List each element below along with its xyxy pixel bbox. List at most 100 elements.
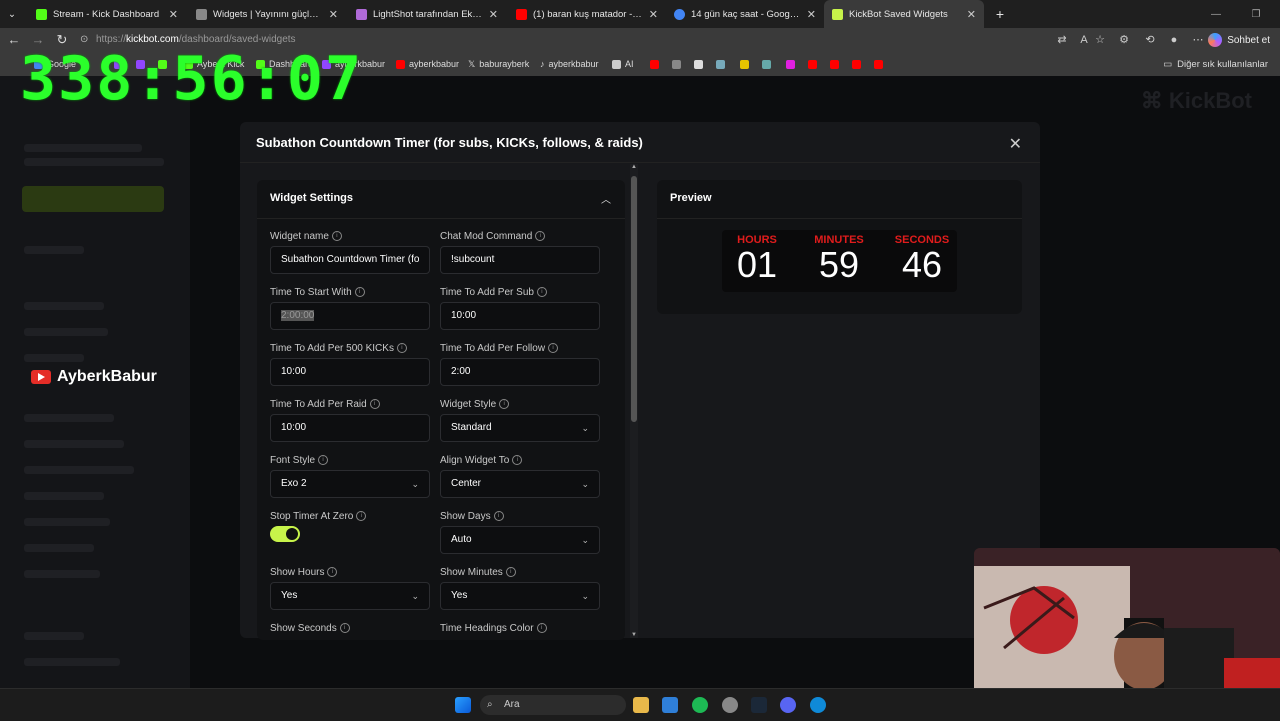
file-explorer-icon[interactable]	[633, 697, 649, 713]
scroll-up-icon[interactable]: ▲	[630, 164, 638, 170]
bookmark-ayberkbabur-youtube[interactable]: ayberkbabur	[396, 56, 459, 72]
copilot-chat-button[interactable]: Sohbet et	[1208, 31, 1270, 49]
widgets-site-icon	[196, 8, 207, 20]
bookmark-youtube-4[interactable]	[852, 56, 861, 72]
font-style-select[interactable]: Exo 2 ⌄	[270, 470, 430, 498]
youtube-icon	[830, 59, 839, 69]
bookmark-ai[interactable]: AI	[612, 56, 634, 72]
stop-timer-toggle[interactable]	[270, 526, 300, 542]
time-per-follow-label: Time To Add Per Follow i	[440, 343, 559, 354]
copilot-icon	[1208, 33, 1223, 47]
tab-title: 14 gün kaç saat - Google'da Ara	[691, 8, 801, 20]
settings-header[interactable]: Widget Settings ︿	[257, 180, 625, 219]
chevron-down-icon: ⌄	[581, 479, 589, 489]
close-tab-icon[interactable]: ✕	[169, 8, 178, 21]
time-start-input[interactable]: 2:00:00	[270, 302, 430, 330]
site-icon	[762, 59, 771, 69]
site-icon	[716, 59, 725, 69]
close-tab-icon[interactable]: ✕	[329, 8, 338, 21]
taskbar-search[interactable]: ⌕ Ara	[480, 695, 626, 715]
spotify-icon[interactable]	[692, 697, 708, 713]
time-per-raid-input[interactable]: 10:00	[270, 414, 430, 442]
other-favorites-folder[interactable]: ▭ Diğer sık kullanılanlar	[1163, 56, 1268, 72]
more-menu-icon[interactable]: ⋯	[1190, 32, 1206, 48]
info-icon: i	[512, 455, 523, 466]
stream-subathon-timer: 338:56:07	[20, 44, 364, 114]
close-tab-icon[interactable]: ✕	[489, 8, 498, 21]
widget-name-input[interactable]: Subathon Countdown Timer (fo	[270, 246, 430, 274]
bookmark-youtube-1[interactable]	[650, 56, 659, 72]
bookmark-baburayberk-x[interactable]: 𝕏baburayberk	[468, 56, 529, 72]
info-icon: i	[493, 511, 504, 522]
close-icon[interactable]: ✕	[1009, 134, 1022, 154]
info-icon: i	[505, 567, 516, 578]
time-per-follow-input[interactable]: 2:00	[440, 358, 600, 386]
tab-youtube[interactable]: (1) baran kuş matador - YouTube ✕	[508, 0, 666, 28]
settings-scrollbar[interactable]: ▲ ▼	[630, 164, 638, 638]
youtube-icon	[516, 8, 527, 20]
show-days-select[interactable]: Auto ⌄	[440, 526, 600, 554]
bookmark-site-1[interactable]	[672, 56, 681, 72]
chevron-down-icon: ⌄	[411, 479, 419, 489]
history-icon[interactable]: ⟲	[1142, 32, 1158, 48]
minimize-icon[interactable]: —	[1196, 0, 1236, 28]
sidebar-placeholder	[24, 328, 108, 336]
bookmark-site-4[interactable]	[740, 56, 749, 72]
align-widget-select[interactable]: Center ⌄	[440, 470, 600, 498]
steam-icon[interactable]	[751, 697, 767, 713]
windows-start-icon[interactable]	[455, 697, 471, 713]
bookmark-site-3[interactable]	[716, 56, 725, 72]
widget-style-select[interactable]: Standard ⌄	[440, 414, 600, 442]
chevron-down-icon: ⌄	[581, 535, 589, 545]
scroll-down-icon[interactable]: ▼	[630, 632, 638, 638]
sidebar-placeholder	[24, 492, 104, 500]
tab-lightshot[interactable]: LightShot tarafından Ekran Görünt… ✕	[348, 0, 506, 28]
favorite-star-icon[interactable]: ☆	[1092, 32, 1108, 48]
obs-icon[interactable]	[722, 697, 738, 713]
profile-avatar-icon[interactable]: ●	[1166, 32, 1182, 48]
tab-title: Stream - Kick Dashboard	[53, 8, 160, 20]
scrollbar-thumb[interactable]	[631, 176, 637, 422]
bookmark-youtube-3[interactable]	[830, 56, 839, 72]
bookmark-ayberkbabur-tiktok[interactable]: ♪ ayberkbabur	[540, 56, 599, 72]
edge-browser-icon[interactable]	[810, 697, 826, 713]
hours-column: HOURS 01	[722, 234, 792, 284]
bookmark-site-6[interactable]	[786, 56, 795, 72]
show-minutes-select[interactable]: Yes ⌄	[440, 582, 600, 610]
tab-google-search[interactable]: 14 gün kaç saat - Google'da Ara ✕	[666, 0, 824, 28]
photos-icon[interactable]	[662, 697, 678, 713]
site-icon	[786, 59, 795, 69]
tab-kick-dashboard[interactable]: Stream - Kick Dashboard ✕	[28, 0, 186, 28]
time-per-500-kicks-input[interactable]: 10:00	[270, 358, 430, 386]
site-icon	[672, 59, 681, 69]
bookmark-site-5[interactable]	[762, 56, 771, 72]
sidebar-cta-button[interactable]	[22, 186, 164, 212]
read-aloud-icon[interactable]: A	[1076, 32, 1092, 48]
bookmark-youtube-5[interactable]	[874, 56, 883, 72]
bookmark-site-2[interactable]	[694, 56, 703, 72]
lightshot-icon	[356, 8, 367, 20]
translate-icon[interactable]: ⇄	[1054, 32, 1070, 48]
sidebar-placeholder	[24, 518, 110, 526]
time-start-label: Time To Start With i	[270, 287, 365, 298]
font-style-label: Font Style i	[270, 455, 329, 466]
chevron-up-icon[interactable]: ︿	[601, 191, 611, 206]
tab-kickbot-saved-widgets[interactable]: KickBot Saved Widgets ✕	[824, 0, 984, 28]
tab-actions-chevron-icon[interactable]: ⌄	[0, 0, 24, 28]
close-tab-icon[interactable]: ✕	[807, 8, 816, 21]
widget-style-label: Widget Style i	[440, 399, 510, 410]
kick-icon	[36, 8, 47, 20]
chat-mod-command-input[interactable]: !subcount	[440, 246, 600, 274]
extensions-icon[interactable]: ⚙	[1116, 32, 1132, 48]
show-hours-select[interactable]: Yes ⌄	[270, 582, 430, 610]
new-tab-plus-icon[interactable]: +	[988, 0, 1012, 28]
bookmark-youtube-2[interactable]	[808, 56, 817, 72]
time-per-sub-input[interactable]: 10:00	[440, 302, 600, 330]
webcam-image	[974, 548, 1280, 688]
discord-icon[interactable]	[780, 697, 796, 713]
close-tab-icon[interactable]: ✕	[649, 8, 658, 21]
info-icon: i	[339, 623, 350, 634]
tab-widgets[interactable]: Widgets | Yayınını güçlendirmek i… ✕	[188, 0, 346, 28]
maximize-icon[interactable]: ❐	[1236, 0, 1276, 28]
close-tab-icon[interactable]: ✕	[967, 8, 976, 21]
